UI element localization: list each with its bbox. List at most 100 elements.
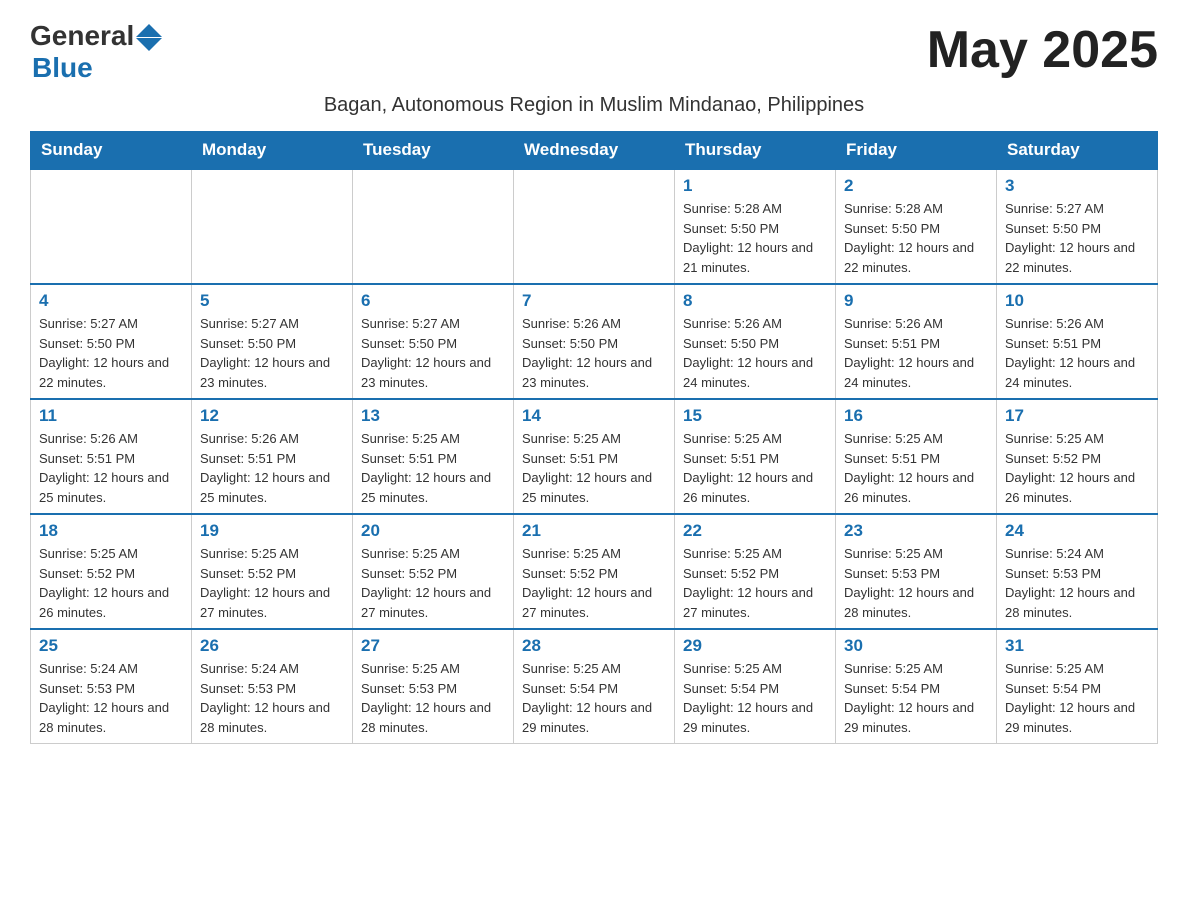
calendar-header-tuesday: Tuesday [353,132,514,170]
day-info: Sunrise: 5:28 AM Sunset: 5:50 PM Dayligh… [844,199,988,277]
day-info: Sunrise: 5:25 AM Sunset: 5:51 PM Dayligh… [844,429,988,507]
calendar-cell: 29 Sunrise: 5:25 AM Sunset: 5:54 PM Dayli… [675,629,836,744]
day-number: 25 [39,636,183,656]
calendar-cell: 9 Sunrise: 5:26 AM Sunset: 5:51 PM Daylig… [836,284,997,399]
day-number: 17 [1005,406,1149,426]
day-info: Sunrise: 5:28 AM Sunset: 5:50 PM Dayligh… [683,199,827,277]
day-number: 23 [844,521,988,541]
calendar-cell: 12Sunrise: 5:26 AM Sunset: 5:51 PM Dayli… [192,399,353,514]
calendar-cell: 11Sunrise: 5:26 AM Sunset: 5:51 PM Dayli… [31,399,192,514]
day-number: 29 [683,636,827,656]
day-number: 21 [522,521,666,541]
day-info: Sunrise: 5:25 AM Sunset: 5:52 PM Dayligh… [39,544,183,622]
day-info: Sunrise: 5:24 AM Sunset: 5:53 PM Dayligh… [200,659,344,737]
calendar-cell: 19 Sunrise: 5:25 AM Sunset: 5:52 PM Dayli… [192,514,353,629]
day-number: 24 [1005,521,1149,541]
day-number: 5 [200,291,344,311]
day-info: Sunrise: 5:25 AM Sunset: 5:52 PM Dayligh… [1005,429,1149,507]
day-number: 14 [522,406,666,426]
calendar-cell [192,169,353,284]
day-info: Sunrise: 5:25 AM Sunset: 5:51 PM Dayligh… [361,429,505,507]
logo-general-text: General [30,20,134,52]
calendar-cell [31,169,192,284]
day-number: 4 [39,291,183,311]
calendar-cell: 15Sunrise: 5:25 AM Sunset: 5:51 PM Dayli… [675,399,836,514]
logo: General Blue [30,20,162,84]
day-info: Sunrise: 5:24 AM Sunset: 5:53 PM Dayligh… [39,659,183,737]
calendar-cell: 31 Sunrise: 5:25 AM Sunset: 5:54 PM Dayli… [997,629,1158,744]
calendar-cell: 20 Sunrise: 5:25 AM Sunset: 5:52 PM Dayli… [353,514,514,629]
day-info: Sunrise: 5:26 AM Sunset: 5:51 PM Dayligh… [1005,314,1149,392]
day-number: 20 [361,521,505,541]
day-info: Sunrise: 5:25 AM Sunset: 5:52 PM Dayligh… [522,544,666,622]
calendar-cell: 5 Sunrise: 5:27 AM Sunset: 5:50 PM Daylig… [192,284,353,399]
calendar-cell: 1 Sunrise: 5:28 AM Sunset: 5:50 PM Daylig… [675,169,836,284]
calendar-cell: 28 Sunrise: 5:25 AM Sunset: 5:54 PM Dayli… [514,629,675,744]
calendar-header-monday: Monday [192,132,353,170]
day-info: Sunrise: 5:26 AM Sunset: 5:50 PM Dayligh… [522,314,666,392]
day-info: Sunrise: 5:27 AM Sunset: 5:50 PM Dayligh… [361,314,505,392]
day-info: Sunrise: 5:25 AM Sunset: 5:52 PM Dayligh… [361,544,505,622]
calendar-week-row: 25 Sunrise: 5:24 AM Sunset: 5:53 PM Dayli… [31,629,1158,744]
day-number: 12 [200,406,344,426]
calendar-cell: 17 Sunrise: 5:25 AM Sunset: 5:52 PM Dayli… [997,399,1158,514]
calendar-cell: 16 Sunrise: 5:25 AM Sunset: 5:51 PM Dayli… [836,399,997,514]
calendar-cell: 2Sunrise: 5:28 AM Sunset: 5:50 PM Daylig… [836,169,997,284]
day-info: Sunrise: 5:25 AM Sunset: 5:54 PM Dayligh… [683,659,827,737]
calendar-header-saturday: Saturday [997,132,1158,170]
day-info: Sunrise: 5:25 AM Sunset: 5:51 PM Dayligh… [683,429,827,507]
calendar-cell: 14 Sunrise: 5:25 AM Sunset: 5:51 PM Dayli… [514,399,675,514]
calendar-week-row: 18 Sunrise: 5:25 AM Sunset: 5:52 PM Dayli… [31,514,1158,629]
day-number: 11 [39,406,183,426]
calendar-header-thursday: Thursday [675,132,836,170]
day-info: Sunrise: 5:25 AM Sunset: 5:54 PM Dayligh… [844,659,988,737]
day-number: 13 [361,406,505,426]
day-number: 31 [1005,636,1149,656]
day-info: Sunrise: 5:25 AM Sunset: 5:52 PM Dayligh… [683,544,827,622]
calendar-week-row: 1 Sunrise: 5:28 AM Sunset: 5:50 PM Daylig… [31,169,1158,284]
day-number: 26 [200,636,344,656]
day-info: Sunrise: 5:25 AM Sunset: 5:54 PM Dayligh… [1005,659,1149,737]
month-title: May 2025 [927,20,1158,80]
calendar-cell [514,169,675,284]
calendar-header-row: SundayMondayTuesdayWednesdayThursdayFrid… [31,132,1158,170]
calendar-cell [353,169,514,284]
calendar-cell: 26 Sunrise: 5:24 AM Sunset: 5:53 PM Dayli… [192,629,353,744]
calendar-cell: 13 Sunrise: 5:25 AM Sunset: 5:51 PM Dayli… [353,399,514,514]
day-info: Sunrise: 5:27 AM Sunset: 5:50 PM Dayligh… [200,314,344,392]
calendar-cell: 4Sunrise: 5:27 AM Sunset: 5:50 PM Daylig… [31,284,192,399]
day-number: 28 [522,636,666,656]
calendar-header-sunday: Sunday [31,132,192,170]
page-subtitle: Bagan, Autonomous Region in Muslim Minda… [30,94,1158,117]
day-number: 8 [683,291,827,311]
calendar-cell: 6Sunrise: 5:27 AM Sunset: 5:50 PM Daylig… [353,284,514,399]
calendar-cell: 23Sunrise: 5:25 AM Sunset: 5:53 PM Dayli… [836,514,997,629]
calendar-cell: 21 Sunrise: 5:25 AM Sunset: 5:52 PM Dayli… [514,514,675,629]
calendar-cell: 25 Sunrise: 5:24 AM Sunset: 5:53 PM Dayli… [31,629,192,744]
calendar-header-friday: Friday [836,132,997,170]
calendar-header-wednesday: Wednesday [514,132,675,170]
day-number: 16 [844,406,988,426]
logo-blue-text: Blue [32,52,93,84]
day-number: 30 [844,636,988,656]
day-info: Sunrise: 5:26 AM Sunset: 5:51 PM Dayligh… [844,314,988,392]
day-number: 22 [683,521,827,541]
day-number: 7 [522,291,666,311]
day-number: 9 [844,291,988,311]
day-info: Sunrise: 5:25 AM Sunset: 5:51 PM Dayligh… [522,429,666,507]
day-info: Sunrise: 5:27 AM Sunset: 5:50 PM Dayligh… [1005,199,1149,277]
day-number: 19 [200,521,344,541]
calendar-cell: 27Sunrise: 5:25 AM Sunset: 5:53 PM Dayli… [353,629,514,744]
day-number: 10 [1005,291,1149,311]
day-number: 1 [683,176,827,196]
day-number: 18 [39,521,183,541]
calendar-table: SundayMondayTuesdayWednesdayThursdayFrid… [30,131,1158,744]
calendar-week-row: 4 Sunrise: 5:27 AM Sunset: 5:50 PM Daylig… [31,284,1158,399]
calendar-cell: 8Sunrise: 5:26 AM Sunset: 5:50 PM Daylig… [675,284,836,399]
day-info: Sunrise: 5:25 AM Sunset: 5:53 PM Dayligh… [361,659,505,737]
day-info: Sunrise: 5:25 AM Sunset: 5:54 PM Dayligh… [522,659,666,737]
page-header: General Blue May 2025 [30,20,1158,84]
day-info: Sunrise: 5:25 AM Sunset: 5:52 PM Dayligh… [200,544,344,622]
day-info: Sunrise: 5:24 AM Sunset: 5:53 PM Dayligh… [1005,544,1149,622]
calendar-cell: 30 Sunrise: 5:25 AM Sunset: 5:54 PM Dayli… [836,629,997,744]
